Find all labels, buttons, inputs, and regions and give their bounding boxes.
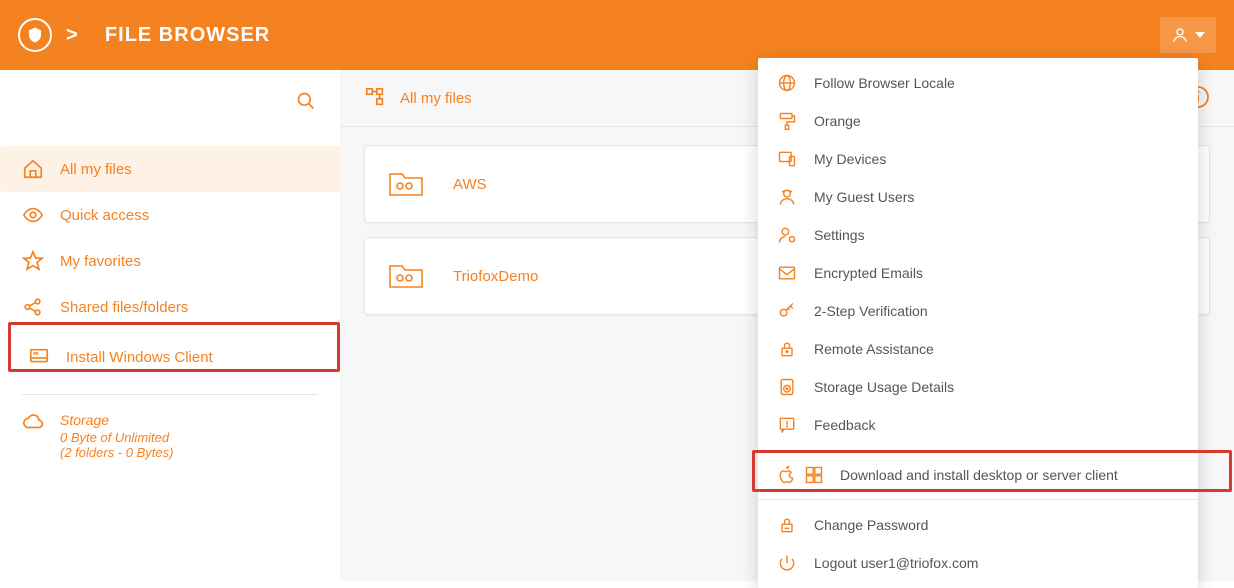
storage-line1: 0 Byte of Unlimited bbox=[60, 430, 173, 445]
dd-item-logout[interactable]: Logout user1@triofox.com bbox=[758, 544, 1198, 582]
breadcrumb: > FILE BROWSER bbox=[66, 24, 270, 47]
apple-icon bbox=[776, 465, 796, 485]
power-icon bbox=[776, 552, 798, 574]
dd-item-label: Download and install desktop or server c… bbox=[840, 467, 1118, 483]
dd-item-label: My Devices bbox=[814, 151, 886, 167]
dd-item-remote-assist[interactable]: Remote Assistance bbox=[758, 330, 1198, 368]
dd-item-change-password[interactable]: Change Password bbox=[758, 506, 1198, 544]
dd-item-label: Storage Usage Details bbox=[814, 379, 954, 395]
folder-name: AWS bbox=[453, 176, 487, 193]
dd-item-devices[interactable]: My Devices bbox=[758, 140, 1198, 178]
disk-icon bbox=[776, 376, 798, 398]
dd-item-storage-usage[interactable]: Storage Usage Details bbox=[758, 368, 1198, 406]
sidebar-nav: All my files Quick access My favorites S… bbox=[0, 146, 340, 460]
eye-icon bbox=[22, 204, 44, 226]
shared-folder-icon bbox=[387, 169, 425, 199]
storage-title: Storage bbox=[60, 411, 173, 430]
dropdown-divider bbox=[758, 450, 1198, 451]
dd-item-label: Follow Browser Locale bbox=[814, 75, 955, 91]
sidebar-item-quick-access[interactable]: Quick access bbox=[0, 192, 340, 238]
breadcrumb-separator: > bbox=[66, 24, 79, 46]
storage-line2: (2 folders - 0 Bytes) bbox=[60, 445, 173, 460]
sidebar-item-shared[interactable]: Shared files/folders bbox=[0, 284, 340, 330]
share-icon bbox=[22, 296, 44, 318]
user-settings-icon bbox=[776, 224, 798, 246]
home-icon bbox=[22, 158, 44, 180]
dd-item-label: My Guest Users bbox=[814, 189, 914, 205]
app-logo[interactable] bbox=[18, 18, 52, 52]
search-icon[interactable] bbox=[296, 91, 316, 114]
page-title: FILE BROWSER bbox=[105, 24, 270, 46]
sidebar-item-all-my-files[interactable]: All my files bbox=[0, 146, 340, 192]
guest-icon bbox=[776, 186, 798, 208]
password-icon bbox=[776, 514, 798, 536]
storage-info: Storage 0 Byte of Unlimited (2 folders -… bbox=[0, 411, 340, 460]
shared-folder-icon bbox=[387, 261, 425, 291]
dd-item-label: Settings bbox=[814, 227, 865, 243]
sidebar-item-install-client[interactable]: Install Windows Client bbox=[6, 334, 334, 380]
tree-icon bbox=[364, 86, 386, 111]
content-title: All my files bbox=[400, 90, 472, 107]
sidebar-item-label: My favorites bbox=[60, 253, 141, 270]
dd-item-label: Remote Assistance bbox=[814, 341, 934, 357]
user-dropdown: Follow Browser Locale Orange My Devices … bbox=[758, 58, 1198, 588]
dd-item-settings[interactable]: Settings bbox=[758, 216, 1198, 254]
dd-item-encrypted-emails[interactable]: Encrypted Emails bbox=[758, 254, 1198, 292]
dd-item-guest-users[interactable]: My Guest Users bbox=[758, 178, 1198, 216]
dropdown-divider bbox=[758, 499, 1198, 500]
devices-icon bbox=[776, 148, 798, 170]
dd-item-2step[interactable]: 2-Step Verification bbox=[758, 292, 1198, 330]
cloud-icon bbox=[22, 411, 44, 433]
sidebar-divider bbox=[22, 394, 318, 395]
dd-item-label: Orange bbox=[814, 113, 861, 129]
sidebar-item-favorites[interactable]: My favorites bbox=[0, 238, 340, 284]
shield-icon bbox=[26, 26, 44, 44]
dd-item-theme[interactable]: Orange bbox=[758, 102, 1198, 140]
sidebar: All my files Quick access My favorites S… bbox=[0, 70, 340, 581]
dd-item-locale[interactable]: Follow Browser Locale bbox=[758, 64, 1198, 102]
dd-item-label: 2-Step Verification bbox=[814, 303, 928, 319]
key-icon bbox=[776, 300, 798, 322]
folder-name: TriofoxDemo bbox=[453, 268, 538, 285]
dd-item-download-client[interactable]: Download and install desktop or server c… bbox=[758, 457, 1198, 493]
user-menu-button[interactable] bbox=[1160, 17, 1216, 53]
user-icon bbox=[1171, 26, 1189, 44]
sidebar-item-label: Quick access bbox=[60, 207, 149, 224]
sidebar-item-label: Shared files/folders bbox=[60, 299, 188, 316]
globe-icon bbox=[776, 72, 798, 94]
feedback-icon bbox=[776, 414, 798, 436]
paint-roller-icon bbox=[776, 110, 798, 132]
lock-icon bbox=[776, 338, 798, 360]
windows-icon bbox=[804, 465, 824, 485]
dd-item-label: Feedback bbox=[814, 417, 875, 433]
star-icon bbox=[22, 250, 44, 272]
chevron-down-icon bbox=[1195, 32, 1205, 38]
dd-item-feedback[interactable]: Feedback bbox=[758, 406, 1198, 444]
monitor-icon bbox=[28, 346, 50, 368]
dd-item-label: Change Password bbox=[814, 517, 928, 533]
dd-item-label: Encrypted Emails bbox=[814, 265, 923, 281]
envelope-icon bbox=[776, 262, 798, 284]
dd-item-label: Logout user1@triofox.com bbox=[814, 555, 978, 571]
sidebar-item-label: All my files bbox=[60, 161, 132, 178]
sidebar-item-label: Install Windows Client bbox=[66, 349, 213, 366]
sidebar-search-row bbox=[0, 78, 340, 126]
